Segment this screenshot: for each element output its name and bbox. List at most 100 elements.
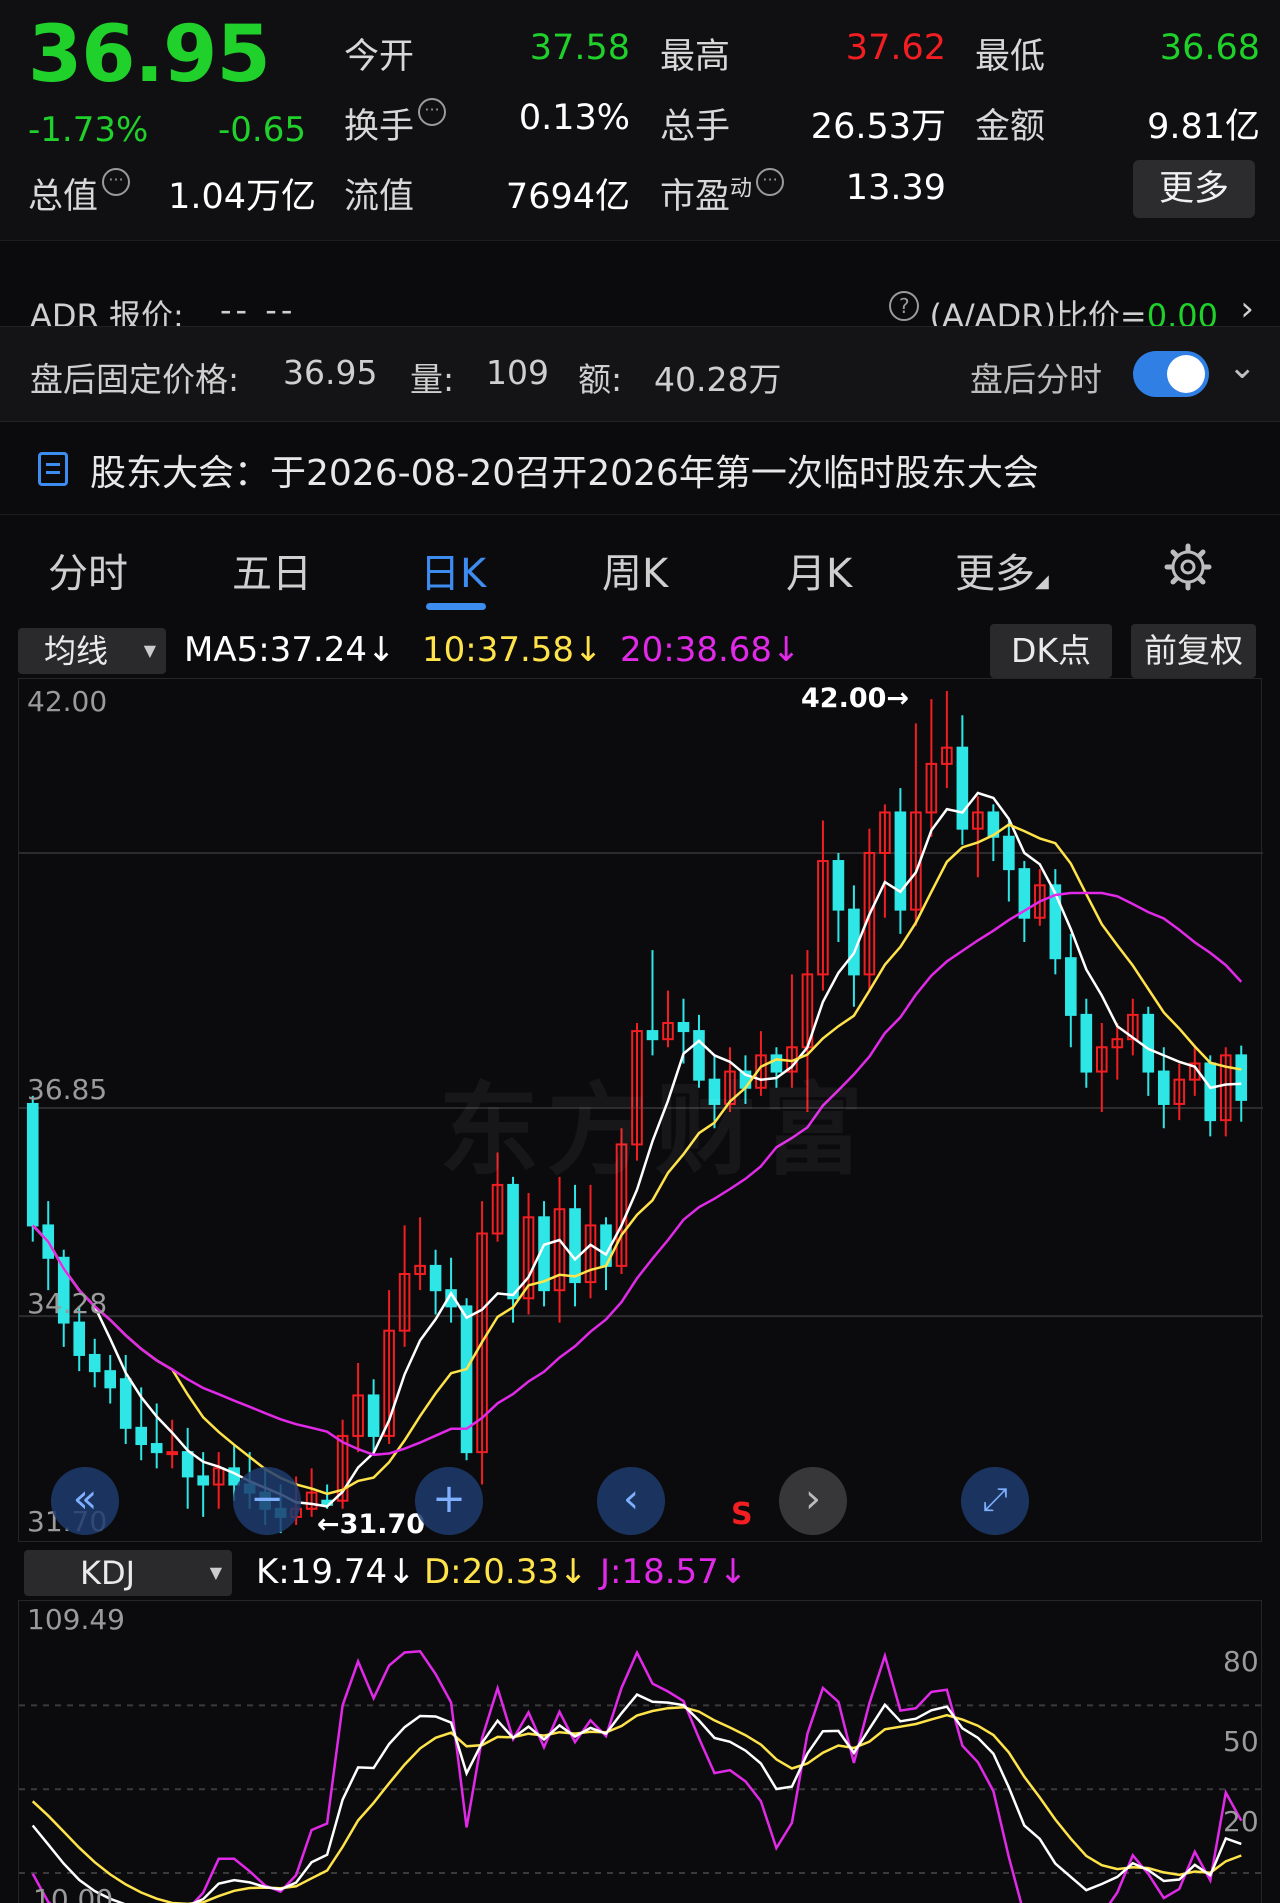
price-adjust-button[interactable]: 前复权 xyxy=(1131,624,1256,678)
adr-ratio[interactable]: ? (A/ADR)比价=0.00 xyxy=(885,291,1218,326)
zoom-in-icon[interactable]: + xyxy=(415,1467,483,1535)
candlestick-chart[interactable]: 东方财富 42.00 36.85 34.28 31.70 42.00→ ←31.… xyxy=(18,678,1263,1542)
candle-body xyxy=(119,1378,132,1429)
info-icon[interactable]: ··· xyxy=(102,168,131,196)
high-annotation: 42.00→ xyxy=(801,683,910,714)
candle-body xyxy=(104,1370,117,1389)
tab-five-day[interactable]: 五日 xyxy=(232,541,312,599)
candle-body xyxy=(429,1264,442,1292)
turnover-label[interactable]: 换手 ··· xyxy=(344,98,447,149)
open-label: 今开 xyxy=(344,37,415,77)
change-percent: -1.73% xyxy=(28,110,149,150)
help-icon[interactable]: ? xyxy=(889,291,920,321)
candle-body xyxy=(73,1321,86,1356)
announcement-text: 股东大会：于2026-08-20召开2026年第一次临时股东大会 xyxy=(90,453,1039,494)
sub-indicator-select[interactable]: KDJ ▼ xyxy=(24,1550,232,1596)
candle-body xyxy=(677,1021,690,1033)
adr-label: ADR 报价: xyxy=(30,297,184,326)
candle-body xyxy=(646,1030,659,1041)
y-axis-lower: 34.28 xyxy=(27,1287,108,1320)
kdj-indicator-bar: KDJ ▼ K:19.74↓ D:20.33↓ J:18.57↓ xyxy=(0,1542,1280,1604)
tab-daily-k[interactable]: 日K xyxy=(420,541,486,599)
tab-weekly-k[interactable]: 周K xyxy=(602,541,668,599)
open-value: 37.58 xyxy=(529,28,630,68)
after-hours-toggle[interactable] xyxy=(1133,351,1209,397)
gear-icon[interactable] xyxy=(1164,543,1212,591)
kdj-axis-80: 80 xyxy=(1223,1645,1259,1678)
indicator-bar: 均线 ▼ MA5:37.24↓ 10:37.58↓ 20:38.68↓ DK点 前… xyxy=(0,620,1280,678)
high-label: 最高 xyxy=(660,37,731,77)
candle-body xyxy=(1003,835,1015,871)
chevron-right-icon[interactable]: › xyxy=(1240,289,1254,326)
candle-body xyxy=(1204,1062,1217,1122)
info-icon[interactable]: ··· xyxy=(418,98,447,126)
fast-backward-icon[interactable]: « xyxy=(51,1467,119,1535)
toggle-knob xyxy=(1167,355,1205,393)
kdj-chart[interactable]: 109.49 80 50 20 10.00 xyxy=(18,1600,1262,1903)
kdj-axis-bottom: 10.00 xyxy=(33,1883,114,1903)
volume-label: 总手 xyxy=(660,107,731,147)
tab-more[interactable]: 更多◢ xyxy=(955,541,1049,599)
active-tab-indicator xyxy=(426,603,486,610)
after-hours-fixed-value: 36.95 xyxy=(283,353,378,392)
total-cap-value: 1.04万亿 xyxy=(168,177,316,217)
volume-value: 26.53万 xyxy=(810,107,946,147)
tab-timeshare[interactable]: 分时 xyxy=(48,541,128,599)
candle-body xyxy=(832,860,845,911)
change-amount: -0.65 xyxy=(218,110,306,150)
kdj-axis-20: 20 xyxy=(1223,1805,1259,1838)
main-indicator-label: 均线 xyxy=(44,632,109,670)
adr-ratio-value: 0.00 xyxy=(1146,297,1218,326)
period-tabs: 分时 五日 日K 周K 月K 更多◢ xyxy=(0,514,1280,620)
zoom-out-icon[interactable]: − xyxy=(233,1467,301,1535)
adr-ratio-prefix: (A/ADR)比价= xyxy=(929,297,1147,326)
candle-body xyxy=(181,1451,194,1478)
more-button[interactable]: 更多 xyxy=(1133,160,1255,218)
candle-body xyxy=(197,1475,209,1486)
candle-body xyxy=(1157,1070,1170,1105)
document-icon xyxy=(38,452,68,486)
after-hours-amount-label: 额: xyxy=(578,360,623,399)
next-icon[interactable]: › xyxy=(779,1467,847,1535)
chevron-down-icon[interactable]: ⌄ xyxy=(1228,347,1257,387)
fullscreen-icon[interactable]: ⤢ xyxy=(961,1467,1029,1535)
last-price: 36.95 xyxy=(28,10,271,100)
low-value: 36.68 xyxy=(1159,28,1260,68)
main-indicator-select[interactable]: 均线 ▼ xyxy=(18,628,166,674)
candle-body xyxy=(956,746,969,830)
candle-body xyxy=(88,1353,101,1373)
candle-body xyxy=(569,1208,581,1284)
candle-body xyxy=(1235,1054,1248,1101)
kdj-k-value: K:19.74↓ xyxy=(256,1552,416,1592)
candle-body xyxy=(1065,957,1077,1016)
turnover-value: 0.13% xyxy=(518,98,630,138)
after-hours-bar: 盘后固定价格: 36.95 量: 109 额: 40.28万 盘后分时 ⌄ xyxy=(0,326,1280,422)
float-cap-value: 7694亿 xyxy=(505,177,630,217)
after-hours-volume-label: 量: xyxy=(410,360,455,399)
watermark: 东方财富 xyxy=(439,1072,871,1189)
y-axis-mid: 36.85 xyxy=(27,1073,108,1106)
candle-body xyxy=(26,1102,39,1227)
adr-strip[interactable]: ADR 报价: -- -- ? (A/ADR)比价=0.00 › xyxy=(0,240,1280,326)
kdj-svg xyxy=(19,1649,1261,1903)
candle-body xyxy=(166,1451,178,1456)
amount-value: 9.81亿 xyxy=(1147,107,1260,147)
after-hours-fixed-label: 盘后固定价格: xyxy=(30,360,240,399)
previous-icon[interactable]: ‹ xyxy=(597,1467,665,1535)
dropdown-caret-icon: ▼ xyxy=(143,641,156,660)
dk-point-button[interactable]: DK点 xyxy=(990,624,1112,678)
candle-body xyxy=(894,811,907,911)
sell-signal-mark: S xyxy=(731,1497,753,1532)
low-label: 最低 xyxy=(975,37,1046,77)
total-cap-label[interactable]: 总值 ··· xyxy=(28,168,131,219)
candle-body xyxy=(507,1183,519,1300)
candle-body xyxy=(1142,1013,1155,1073)
candle-body xyxy=(460,1305,473,1454)
kdj-j-value: J:18.57↓ xyxy=(600,1552,748,1592)
tab-monthly-k[interactable]: 月K xyxy=(786,541,852,599)
y-axis-top: 42.00 xyxy=(27,685,108,718)
kdj-j-line xyxy=(31,1649,1243,1903)
adr-values: -- -- xyxy=(220,291,297,326)
announcement-bar[interactable]: 股东大会：于2026-08-20召开2026年第一次临时股东大会 xyxy=(0,422,1280,514)
candle-body xyxy=(150,1443,163,1454)
